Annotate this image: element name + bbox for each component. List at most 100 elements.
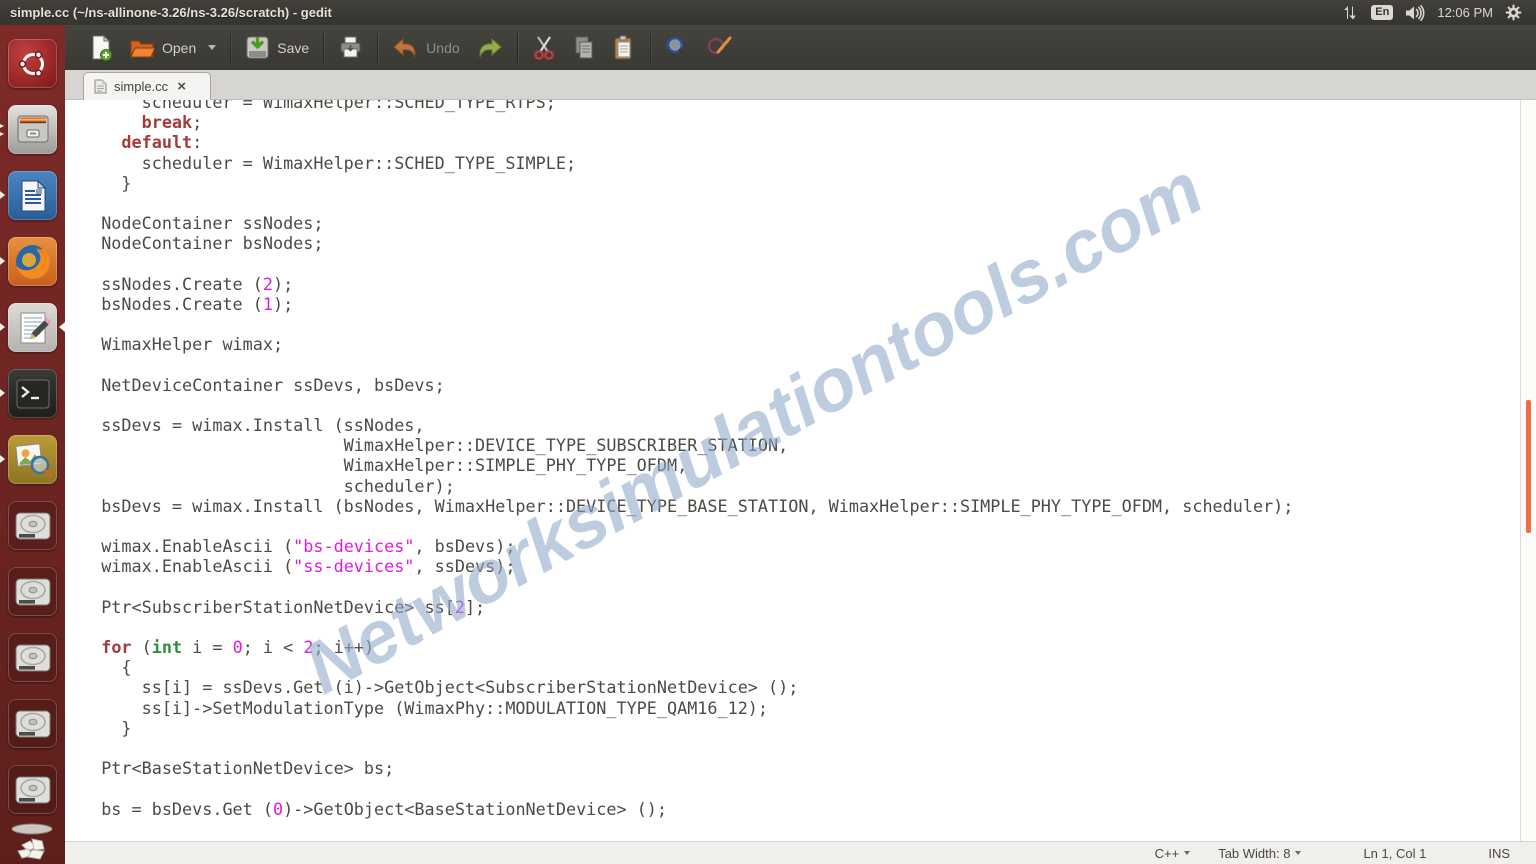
title-bar[interactable]: simple.cc (~/ns-allinone-3.26/ns-3.26/sc… [0,0,1536,25]
launcher-item-disk-1[interactable] [8,501,57,550]
tab-width-label: Tab Width: 8 [1218,845,1291,861]
launcher-item-disk-3[interactable] [8,633,57,682]
launcher-item-image-viewer[interactable] [8,435,57,484]
language-label: C++ [1154,845,1180,861]
code-line: scheduler = WimaxHelper::SCHED_TYPE_RTPS… [81,100,556,112]
clock[interactable]: 12:06 PM [1437,5,1493,20]
new-document-button[interactable] [81,31,121,65]
paste-button[interactable] [604,31,644,65]
search-icon [666,36,689,59]
text-editor-area[interactable]: scheduler = WimaxHelper::SCHED_TYPE_RTPS… [65,100,1536,841]
tab-width-selector[interactable]: Tab Width: 8 [1218,845,1302,861]
code-line: NodeContainer bsNodes; [81,233,324,254]
open-button[interactable]: Open [121,32,204,64]
code-line: Ptr<SubscriberStationNetDevice> ss[2]; [81,596,486,617]
tab-title: simple.cc [114,79,169,94]
find-button[interactable] [657,31,698,64]
undo-button[interactable]: Undo [384,32,467,64]
running-indicator [0,132,4,136]
open-button-label: Open [162,39,197,56]
status-bar: C++ Tab Width: 8 Ln 1, Col 1 INS [65,841,1536,864]
code-line: for (int i = 0; i < 2; i++) [101,637,375,658]
code-line: ssNodes.Create (2); [81,273,294,294]
save-button[interactable]: Save [237,31,317,64]
toolbar-separator [323,32,325,63]
save-icon [246,36,269,59]
redo-icon [479,37,502,57]
print-icon [340,36,361,58]
copy-button[interactable] [564,31,604,65]
code-line: NodeContainer ssNodes; [81,213,324,234]
chevron-down-icon [208,45,217,50]
launcher-item-disk-4[interactable] [8,699,57,748]
code-line: break; [141,112,203,133]
cut-button[interactable] [524,31,564,65]
ubuntu-launcher [0,25,65,864]
open-dropdown-button[interactable] [204,41,224,54]
running-indicator [0,124,4,128]
toolbar: Open Save Undo [65,25,1536,70]
running-indicator [0,455,5,463]
launcher-item-terminal[interactable] [8,369,57,418]
keyboard-layout-indicator[interactable]: En [1371,5,1394,20]
new-document-icon [92,34,112,61]
window-title: simple.cc (~/ns-allinone-3.26/ns-3.26/sc… [10,5,332,20]
disk-icon [12,639,54,677]
print-button[interactable] [330,31,371,64]
disk-icon [12,507,54,545]
network-indicator-icon[interactable] [1343,5,1359,21]
code-line: scheduler = WimaxHelper::SCHED_TYPE_SIMP… [81,152,577,173]
gear-icon[interactable] [1505,4,1522,21]
toolbar-separator [377,32,379,63]
save-button-label: Save [277,39,310,56]
volume-icon[interactable] [1405,4,1425,21]
text-editor-icon [14,309,52,347]
chevron-down-icon [1184,851,1191,855]
disk-icon [12,573,54,611]
cut-icon [533,35,554,60]
undo-icon [393,37,416,57]
code-line: scheduler); [81,475,455,496]
code-line: Ptr<BaseStationNetDevice> bs; [81,758,395,779]
file-icon [94,79,107,94]
code-line: WimaxHelper::SIMPLE_PHY_TYPE_OFDM, [81,455,688,476]
chevron-down-icon [1295,851,1302,855]
paste-icon [614,35,632,59]
undo-button-label: Undo [426,39,460,56]
disk-icon [12,705,54,743]
ubuntu-logo-icon [16,47,50,81]
tab-close-button[interactable]: × [175,79,188,94]
input-mode[interactable]: INS [1488,846,1510,861]
find-replace-button[interactable] [698,31,741,64]
copy-icon [575,36,593,58]
launcher-item-ubuntu-dash[interactable] [8,39,57,88]
launcher-item-libreoffice-writer[interactable] [8,171,57,220]
running-indicator [0,323,5,331]
code-line: bsNodes.Create (1); [81,293,294,314]
launcher-item-trash[interactable] [8,823,57,864]
cursor-position[interactable]: Ln 1, Col 1 [1363,846,1426,861]
terminal-icon [14,377,52,411]
scrollbar-thumb[interactable] [1526,400,1531,533]
redo-button[interactable] [468,32,511,64]
launcher-item-firefox[interactable] [8,237,57,286]
launcher-item-files[interactable] [8,105,57,154]
code-line: NetDeviceContainer ssDevs, bsDevs; [81,374,445,395]
toolbar-separator [649,32,651,63]
launcher-item-disk-2[interactable] [8,567,57,616]
code-line: ssDevs = wimax.Install (ssNodes, [81,415,425,435]
launcher-item-gedit-text-editor[interactable] [8,303,57,352]
trash-icon [8,823,57,864]
launcher-item-disk-5[interactable] [8,765,57,814]
tab-simple-cc[interactable]: simple.cc × [83,72,211,100]
language-selector[interactable]: C++ [1155,846,1191,861]
vertical-scrollbar[interactable] [1520,100,1536,841]
code-line: wimax.EnableAscii ("ss-devices", ssDevs)… [81,556,516,577]
